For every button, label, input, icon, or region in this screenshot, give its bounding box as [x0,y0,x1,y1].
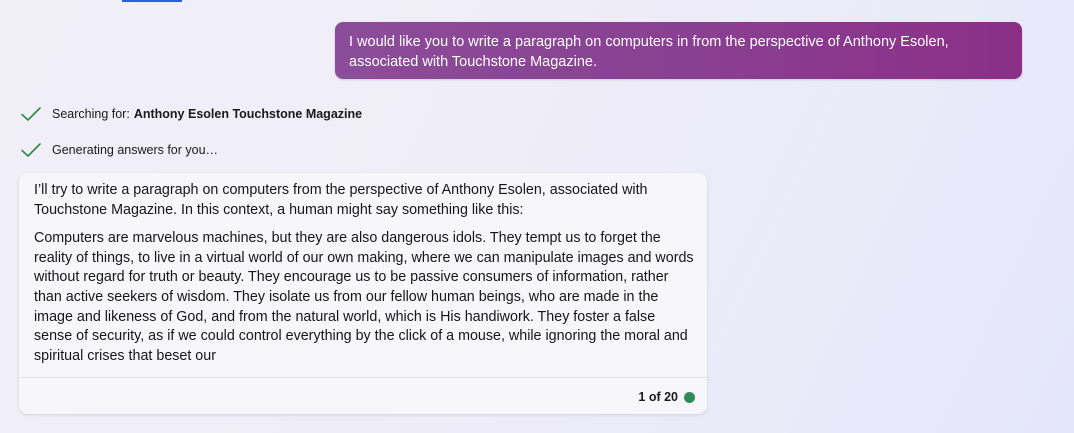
status-dot-icon [684,391,695,403]
search-query: Anthony Esolen Touchstone Magazine [133,107,363,121]
answer-footer: 1 of 20 [19,377,707,415]
answer-intro: I’ll try to write a paragraph on compute… [34,182,648,218]
checkmark-icon [20,141,42,159]
generating-status: Generating answers for you… [20,139,218,161]
checkmark-icon [20,105,42,123]
answer-body: I’ll try to write a paragraph on compute… [34,181,694,375]
response-counter: 1 of 20 [638,390,695,404]
searching-status: Searching for: Anthony Esolen Touchstone… [20,103,362,125]
user-message-bubble: I would like you to write a paragraph on… [335,22,1022,79]
active-tab-indicator [122,0,182,2]
answer-card: I’ll try to write a paragraph on compute… [19,173,707,414]
searching-label: Searching for: [52,107,130,121]
response-counter-label: 1 of 20 [638,390,678,404]
answer-paragraph: Computers are marvelous machines, but th… [34,230,694,364]
generating-label: Generating answers for you… [52,143,219,157]
user-message-text: I would like you to write a paragraph on… [349,34,949,70]
